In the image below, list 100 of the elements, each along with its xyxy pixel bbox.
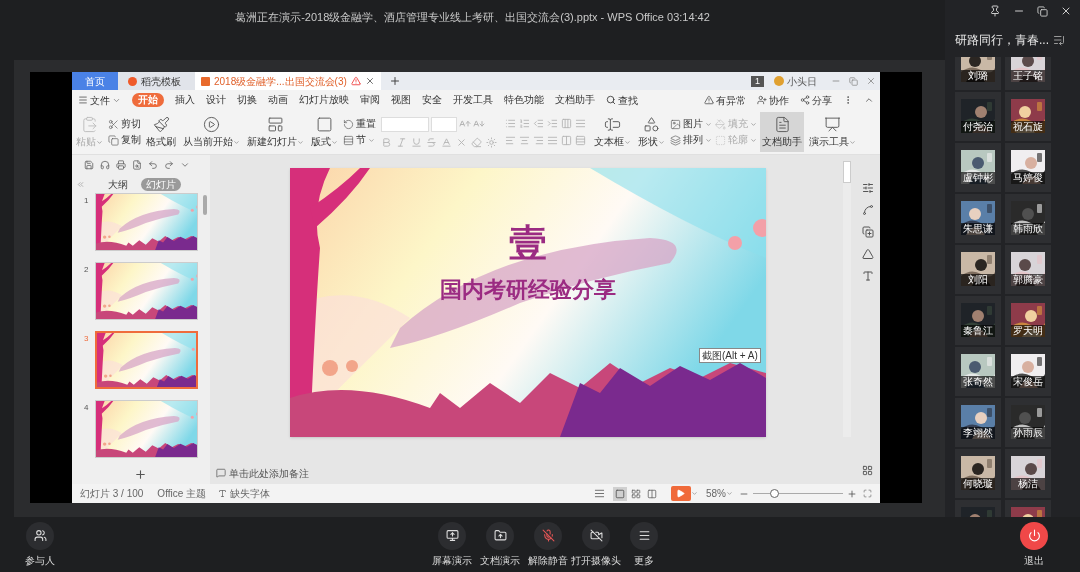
ribbon-button[interactable]: 演示工具: [807, 112, 858, 152]
print-preview-icon[interactable]: [132, 160, 142, 170]
participant-tile[interactable]: 杨洁: [1005, 449, 1051, 498]
menu-tab[interactable]: 插入: [175, 93, 195, 107]
menu-action[interactable]: 协作: [757, 92, 789, 108]
reading-view-icon[interactable]: [647, 488, 657, 499]
ribbon-button[interactable]: 复制: [108, 134, 141, 146]
ribbon-button[interactable]: 重置: [343, 118, 376, 130]
menu-tab[interactable]: 审阅: [360, 93, 380, 107]
participant-tile[interactable]: 何晓璇: [955, 449, 1001, 498]
copy-plus-icon[interactable]: [861, 226, 874, 238]
meeting-control[interactable]: 更多: [620, 521, 668, 568]
search-button[interactable]: 查找: [606, 92, 638, 108]
ribbon-button[interactable]: 图片: [670, 118, 712, 130]
grid-icon[interactable]: [862, 465, 873, 476]
scrollbar[interactable]: [843, 161, 851, 437]
ribbon-button[interactable]: 剪切: [108, 118, 141, 130]
notes-placeholder[interactable]: 单击此处添加备注: [229, 465, 309, 481]
participant-tile[interactable]: 宋俊岳: [1005, 347, 1051, 396]
home-tab[interactable]: 首页: [72, 72, 118, 90]
pane-tab[interactable]: 大纲: [103, 177, 133, 191]
list-icon[interactable]: [1053, 33, 1065, 46]
play-button[interactable]: [671, 486, 691, 501]
menu-action[interactable]: 有异常: [704, 92, 746, 108]
participant-tile[interactable]: 孙雨辰: [1005, 398, 1051, 447]
participant-tile[interactable]: 朱思谦: [955, 194, 1001, 243]
slide-thumbnail[interactable]: [95, 400, 198, 458]
undo-icon[interactable]: [148, 160, 158, 170]
template-tab[interactable]: 稻壳模板: [118, 72, 195, 90]
participant-tile[interactable]: 刘阳: [955, 245, 1001, 294]
restore-icon[interactable]: [1037, 5, 1048, 17]
meeting-control[interactable]: 屏幕演示: [428, 521, 476, 568]
ribbon-button[interactable]: 格式刷: [144, 112, 178, 152]
document-tab[interactable]: 2018级金融学...出国交流会(3): [195, 72, 381, 90]
text-icon[interactable]: [861, 270, 874, 282]
participant-tile[interactable]: 马婷俊: [1005, 143, 1051, 192]
caret-icon[interactable]: [180, 160, 190, 170]
scrollbar-thumb[interactable]: [203, 195, 207, 215]
ribbon-button[interactable]: 新建幻灯片: [245, 112, 306, 152]
participant-tile[interactable]: 张奇然: [955, 347, 1001, 396]
slide-thumbnail[interactable]: [95, 193, 198, 251]
zoom-level[interactable]: 58%: [706, 486, 726, 501]
redo-icon[interactable]: [164, 160, 174, 170]
meeting-control[interactable]: 文档演示: [476, 521, 524, 568]
triangle-icon[interactable]: [861, 248, 874, 260]
close-icon[interactable]: [364, 76, 375, 86]
zoom-slider[interactable]: [753, 489, 843, 498]
ribbon-button[interactable]: 版式: [309, 112, 340, 152]
ribbon-button[interactable]: 形状: [636, 112, 667, 152]
scrollbar-thumb[interactable]: [843, 161, 851, 183]
save-icon[interactable]: [84, 160, 94, 170]
participant-tile[interactable]: 祝石旋: [1005, 92, 1051, 141]
missing-fonts[interactable]: 缺失字体: [230, 486, 271, 501]
meeting-control[interactable]: 打开摄像头: [572, 521, 620, 568]
menu-tab[interactable]: 开发工具: [453, 93, 493, 107]
animation-icon[interactable]: [861, 204, 874, 216]
menu-tab[interactable]: 幻灯片放映: [299, 93, 349, 107]
zoom-in-icon[interactable]: [847, 488, 857, 499]
slide-thumbnail[interactable]: [95, 331, 198, 389]
normal-view-button[interactable]: [613, 486, 627, 501]
fit-icon[interactable]: [863, 489, 872, 498]
participant-tile[interactable]: 李翊然: [955, 398, 1001, 447]
participant-tile[interactable]: 韩雨欣: [1005, 194, 1051, 243]
file-menu[interactable]: 文件: [78, 92, 121, 108]
menu-tab[interactable]: 安全: [422, 93, 442, 107]
ribbon-button[interactable]: 文档助手: [760, 112, 804, 152]
new-tab-icon[interactable]: [388, 75, 401, 87]
sliders-icon[interactable]: [861, 182, 874, 194]
menu-tab[interactable]: 动画: [268, 93, 288, 107]
participant-tile[interactable]: 秦鲁江: [955, 296, 1001, 345]
participant-tile[interactable]: 付尧治: [955, 92, 1001, 141]
participant-tile[interactable]: 刘璐: [955, 57, 1001, 90]
notification-badge[interactable]: 1: [751, 75, 764, 87]
slide-thumbnail[interactable]: [95, 262, 198, 320]
meeting-control[interactable]: 解除静音: [524, 521, 572, 568]
printer-icon[interactable]: [116, 160, 126, 170]
close-icon[interactable]: [1060, 5, 1072, 17]
menu-action[interactable]: 分享: [800, 92, 832, 108]
participant-tile[interactable]: 盧钟彬: [955, 143, 1001, 192]
headset-icon[interactable]: [100, 160, 110, 170]
menu-tab[interactable]: 视图: [391, 93, 411, 107]
ribbon-button[interactable]: 节: [343, 134, 376, 146]
sorter-view-icon[interactable]: [631, 488, 641, 499]
ribbon-button[interactable]: 排列: [670, 134, 712, 146]
menu-tab[interactable]: 特色功能: [504, 93, 544, 107]
menu-tab[interactable]: 切换: [237, 93, 257, 107]
collapse-pane-icon[interactable]: [76, 179, 85, 189]
ribbon-button[interactable]: 文本框: [592, 112, 633, 152]
participant-tile[interactable]: 郭腾豪: [1005, 245, 1051, 294]
ribbon-button[interactable]: 从当前开始: [181, 112, 242, 152]
menu-tab[interactable]: 设计: [206, 93, 226, 107]
pin-icon[interactable]: [989, 5, 1001, 17]
participant-tile[interactable]: 王子铭: [1005, 57, 1051, 90]
participant-tile[interactable]: 罗天明: [1005, 296, 1051, 345]
notes-view-icon[interactable]: [594, 488, 605, 499]
user-name[interactable]: 小头日: [787, 73, 817, 89]
slider-thumb[interactable]: [769, 489, 779, 498]
add-slide-icon[interactable]: [134, 467, 147, 481]
collapse-icon[interactable]: [864, 95, 874, 105]
menu-tab[interactable]: 文档助手: [555, 93, 595, 107]
